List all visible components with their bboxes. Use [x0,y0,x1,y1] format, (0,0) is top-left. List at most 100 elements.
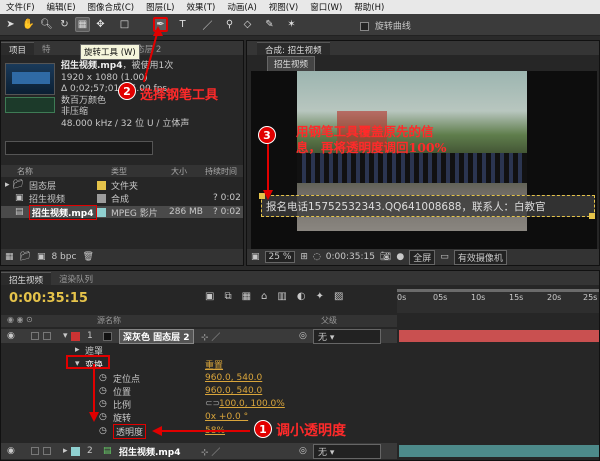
col-duration[interactable]: 持续时间 [205,166,237,177]
layer-switches-icon[interactable]: ⊹ ／ [201,330,220,343]
rotation-tool-icon[interactable]: ↻ [57,17,72,32]
constrain-proportions-icon[interactable]: ⊂⊃ [205,399,220,409]
menu-item-8[interactable]: 帮助(H) [348,1,390,13]
graph-editor-icon[interactable]: ▨ [334,291,343,302]
menu-item-6[interactable]: 视图(V) [263,1,304,13]
camera-tool-icon[interactable]: ▦ [75,17,90,32]
comp-timecode[interactable]: 0:00:35:15 [326,252,375,262]
lock-switch[interactable] [43,332,51,340]
new-comp-icon[interactable]: ▣ [37,252,46,262]
layer-name[interactable]: 招生视频.mp4 [119,445,181,458]
work-area-bar[interactable] [397,289,599,292]
zoom-dropdown[interactable]: 25 % [264,251,296,263]
menu-item-1[interactable]: 编辑(E) [41,1,82,13]
comp-breadcrumb[interactable]: 招生视频 [267,56,316,72]
delete-icon[interactable]: 🗑︎ [82,252,93,262]
motion-blur-icon[interactable]: ◐ [297,291,306,302]
layer-1-duration-bar[interactable] [399,330,599,342]
col-source-name[interactable]: 源名称 [97,315,121,326]
selection-tool-icon[interactable]: ➤ [3,17,18,32]
property-row-scale[interactable]: ◷ 比例 ⊂⊃ 100.0, 100.0% [1,398,397,411]
brush-tool-icon[interactable]: ／ [200,17,215,32]
layer-2-duration-bar[interactable] [399,445,599,457]
property-row-position[interactable]: ◷ 位置 960.0, 540.0 [1,385,397,398]
grid-icon[interactable]: ⊞ [300,252,308,262]
layer-switches-icon[interactable]: ⊹ ／ [201,445,220,458]
parent-dropdown[interactable]: 无 ▾ [313,328,381,344]
transform-group-row[interactable]: ▾ 变换 重置 [1,358,397,371]
rotobezier-toggle[interactable]: 旋转曲线 [360,19,411,32]
stopwatch-icon[interactable]: ◷ [99,426,107,436]
project-item-folder[interactable]: ▸ 📁︎ 固态层 文件夹 [1,179,243,192]
menu-item-5[interactable]: 动画(A) [221,1,262,13]
project-search-input[interactable] [5,141,153,155]
menu-item-7[interactable]: 窗口(W) [304,1,348,13]
tab-effects[interactable]: 特 [34,42,59,55]
layer-row-2[interactable]: ◉ ▸ 2 ▤ 招生视频.mp4 ⊹ ／ ◎ 无 ▾ [1,443,397,459]
hide-shy-icon[interactable]: ⌂ [261,291,267,302]
expand-arrow-icon[interactable]: ▾ [63,331,68,341]
time-ruler[interactable]: 0s 05s 10s 15s 20s 25s [397,289,599,313]
always-preview-icon[interactable]: ▣ [251,252,260,262]
rotobezier-checkbox[interactable] [360,22,369,31]
timeline-timecode[interactable]: 0:00:35:15 [9,291,88,306]
property-value[interactable]: 0x +0.0 ° [205,412,248,422]
col-parent[interactable]: 父级 [321,315,337,326]
comp-viewer[interactable]: 报名电话15752532343.QQ641008688，联系人：白教官 [251,71,597,249]
rectangle-tool-icon[interactable]: □ [117,17,132,32]
roto-brush-tool-icon[interactable]: ✎ [262,17,277,32]
col-name[interactable]: 名称 [17,166,33,177]
layer-switch-icon[interactable]: ▣ [205,291,214,302]
hand-tool-icon[interactable]: ✋ [21,17,36,32]
lock-switch[interactable] [43,447,51,455]
col-size[interactable]: 大小 [171,166,187,177]
tab-project[interactable]: 项目 [1,42,35,56]
parent-pickwhip-icon[interactable]: ◎ [299,446,307,456]
frame-blending-icon[interactable]: ▥ [277,291,286,302]
property-value[interactable]: 960.0, 540.0 [205,386,262,396]
resolution-dropdown[interactable]: 全屏 [409,249,436,265]
collapse-arrow-icon[interactable]: ▸ [75,345,80,355]
property-value[interactable]: 100.0, 100.0% [219,399,285,409]
snapshot-icon[interactable]: 📷︎ [380,252,391,262]
menu-item-3[interactable]: 图层(L) [140,1,180,13]
reset-link[interactable]: 重置 [205,358,223,371]
camera-dropdown[interactable]: 有效摄像机 [453,249,507,265]
menu-item-4[interactable]: 效果(T) [181,1,222,13]
interpret-footage-icon[interactable]: ▦ [5,252,14,262]
tab-timeline[interactable]: 招生视频 [1,272,52,286]
project-item-comp[interactable]: ▣ 招生视频 合成 ? 0:02 [1,192,243,205]
project-item-video[interactable]: ▤ 招生视频.mp4 MPEG 影片 286 MB ? 0:02 [1,204,243,220]
mask-group-row[interactable]: ▸ 遮罩 [1,344,397,357]
channel-icon[interactable]: ● [396,252,404,262]
visibility-icon[interactable]: ◉ [7,331,15,341]
new-folder-icon[interactable]: 📁︎ [20,252,31,262]
eraser-tool-icon[interactable]: ◇ [240,17,255,32]
property-row-anchor[interactable]: ◷ 定位点 960.0, 540.0 [1,372,397,385]
mask-vertex[interactable] [589,213,595,219]
parent-dropdown[interactable]: 无 ▾ [313,443,381,459]
mask-visibility-icon[interactable]: ◌ [313,252,321,262]
collapse-arrow-icon[interactable]: ▸ [63,446,68,456]
pan-behind-tool-icon[interactable]: ✥ [93,17,108,32]
caption-overlay[interactable]: 报名电话15752532343.QQ641008688，联系人：白教官 [261,195,595,217]
menu-item-0[interactable]: 文件(F) [0,1,41,13]
bpc-label[interactable]: 8 bpc [51,252,76,262]
comp-flowchart-icon[interactable]: ⧉ [224,291,231,302]
text-tool-icon[interactable]: T [175,17,190,32]
layer-row-1[interactable]: ◉ ▾ 1 深灰色 固态层 2 ⊹ ／ ◎ 无 ▾ [1,328,397,344]
solo-switch[interactable] [31,332,39,340]
solo-switch[interactable] [31,447,39,455]
puppet-tool-icon[interactable]: ✶ [284,17,299,32]
col-type[interactable]: 类型 [111,166,127,177]
visibility-icon[interactable]: ◉ [7,446,15,456]
draft-3d-icon[interactable]: ▦ [242,291,251,302]
parent-pickwhip-icon[interactable]: ◎ [299,331,307,341]
region-icon[interactable]: ▭ [440,252,449,262]
property-value[interactable]: 960.0, 540.0 [205,373,262,383]
clone-stamp-tool-icon[interactable]: ⚲ [222,17,237,32]
tab-render-queue[interactable]: 渲染队列 [51,272,102,285]
brainstorm-icon[interactable]: ✦ [316,291,324,302]
layer-name[interactable]: 深灰色 固态层 2 [119,328,194,344]
zoom-tool-icon[interactable]: 🔍︎ [39,17,54,32]
